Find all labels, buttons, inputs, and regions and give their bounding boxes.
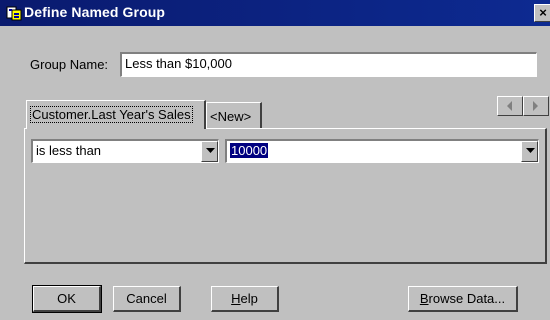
define-named-group-dialog: Define Named Group × Group Name: Less th… bbox=[0, 0, 550, 320]
comparison-value: 10000 bbox=[230, 143, 269, 158]
group-dialog-icon bbox=[6, 5, 22, 21]
tab-scroll-left-button[interactable] bbox=[497, 96, 523, 116]
tab-label: Customer.Last Year's Sales bbox=[30, 106, 193, 123]
group-name-input[interactable]: Less than $10,000 bbox=[120, 52, 537, 77]
operator-dropdown-button[interactable] bbox=[201, 141, 218, 162]
comparison-value-combo[interactable]: 10000 bbox=[225, 139, 539, 163]
condition-panel: is less than 10000 bbox=[24, 128, 547, 264]
tab-customer-last-years-sales[interactable]: Customer.Last Year's Sales bbox=[26, 100, 206, 129]
browse-rest: rowse Data... bbox=[428, 291, 506, 306]
arrow-left-icon bbox=[507, 101, 512, 111]
tab-label: <New> bbox=[210, 109, 252, 124]
ok-button[interactable]: OK bbox=[32, 285, 102, 313]
browse-data-button[interactable]: Browse Data... bbox=[408, 286, 518, 312]
tab-new[interactable]: <New> bbox=[206, 102, 262, 128]
group-name-value: Less than $10,000 bbox=[125, 56, 232, 71]
group-name-label: Group Name: bbox=[30, 57, 109, 72]
arrow-right-icon bbox=[533, 101, 538, 111]
title-bar[interactable]: Define Named Group × bbox=[0, 0, 550, 26]
operator-select[interactable]: is less than bbox=[31, 139, 219, 163]
help-button[interactable]: Help bbox=[211, 286, 279, 312]
tab-scroll-right-button[interactable] bbox=[523, 96, 549, 116]
help-rest: elp bbox=[240, 291, 258, 306]
chevron-down-icon bbox=[206, 148, 215, 153]
help-accel: H bbox=[231, 291, 241, 306]
comparison-value-dropdown-button[interactable] bbox=[521, 141, 538, 162]
tab-scroll-arrows bbox=[497, 96, 549, 116]
close-button[interactable]: × bbox=[534, 4, 550, 22]
dialog-title: Define Named Group bbox=[24, 4, 166, 20]
chevron-down-icon bbox=[526, 148, 535, 153]
operator-value: is less than bbox=[36, 143, 102, 158]
cancel-button[interactable]: Cancel bbox=[113, 286, 181, 312]
browse-accel: B bbox=[419, 291, 429, 306]
